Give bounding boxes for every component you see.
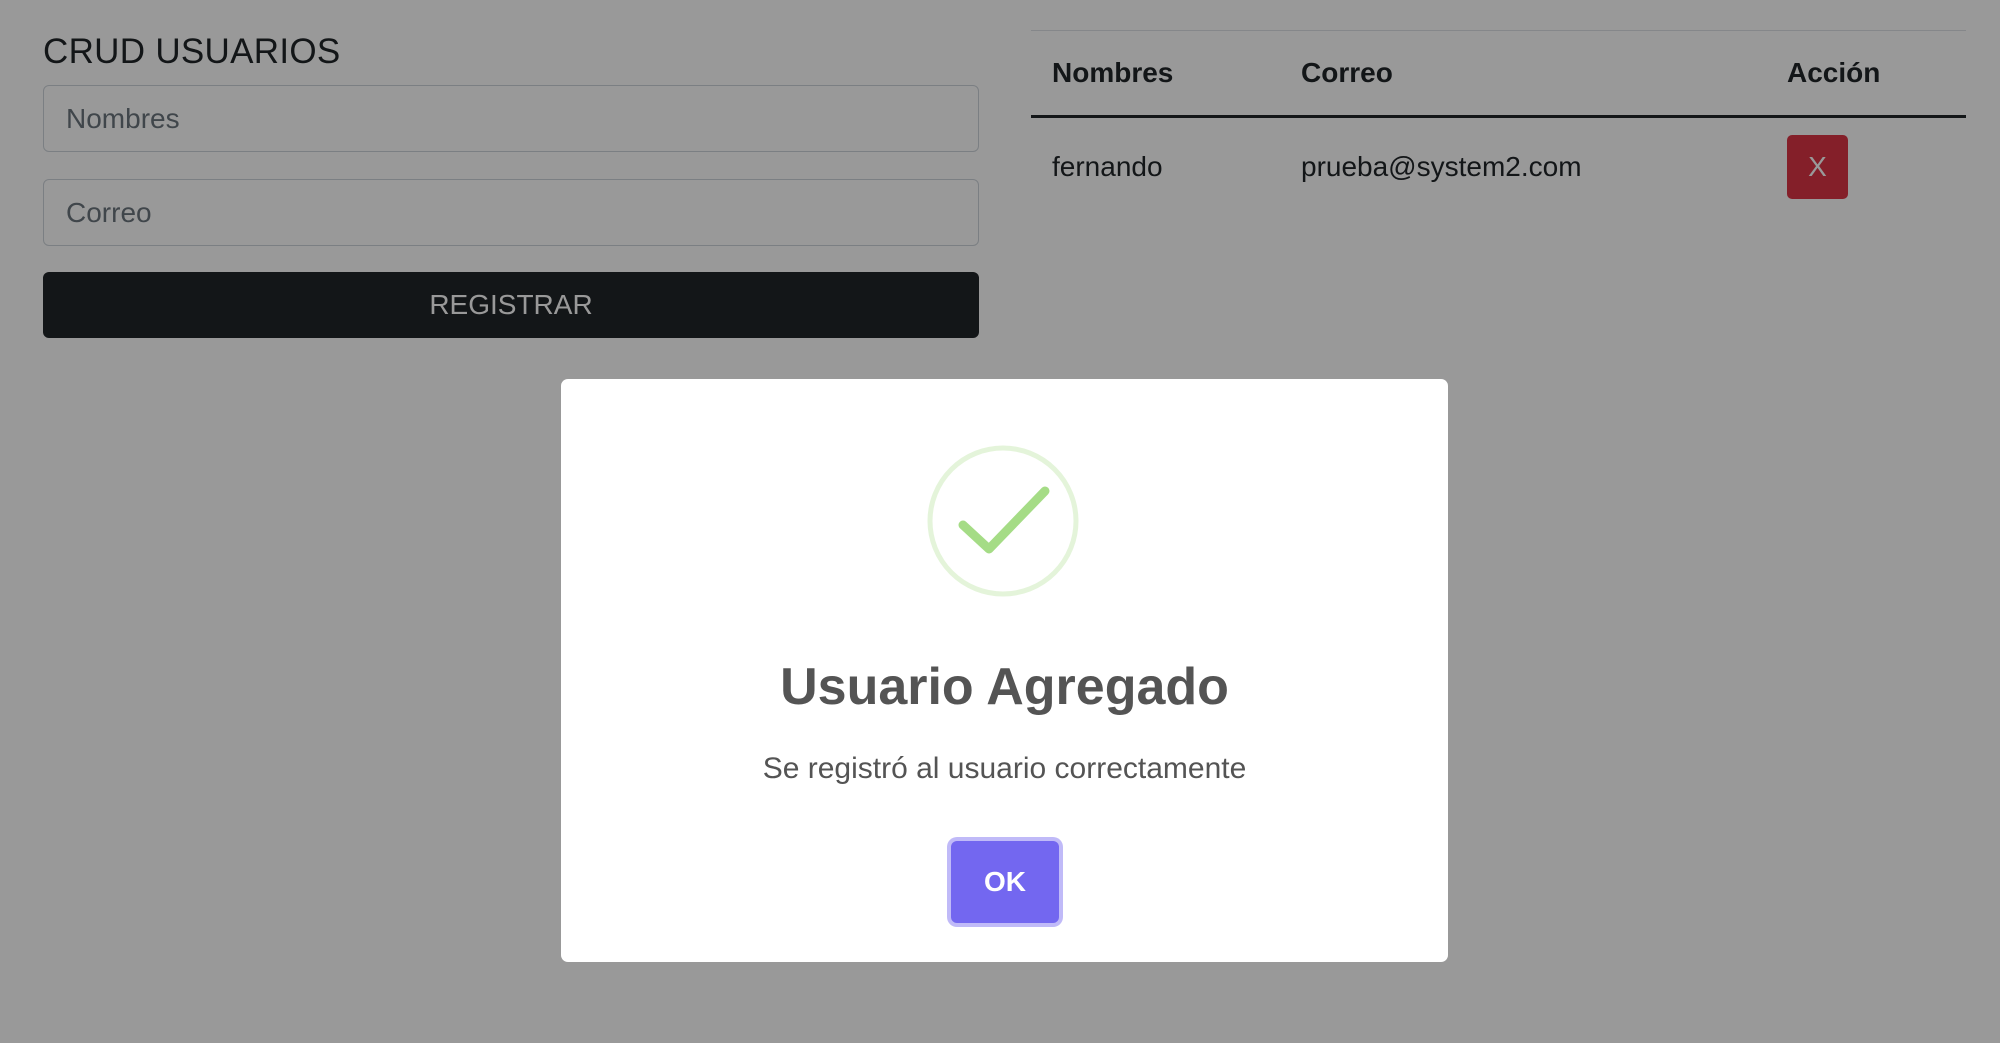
success-dialog: Usuario Agregado Se registró al usuario … bbox=[561, 379, 1448, 962]
modal-backdrop[interactable]: Usuario Agregado Se registró al usuario … bbox=[0, 0, 2000, 1043]
success-check-icon bbox=[927, 445, 1079, 597]
dialog-title: Usuario Agregado bbox=[780, 658, 1229, 716]
dialog-text: Se registró al usuario correctamente bbox=[762, 752, 1247, 785]
ok-button[interactable]: OK bbox=[951, 841, 1059, 923]
page: CRUD USUARIOS REGISTRAR Nombres Correo A… bbox=[0, 0, 2000, 1043]
